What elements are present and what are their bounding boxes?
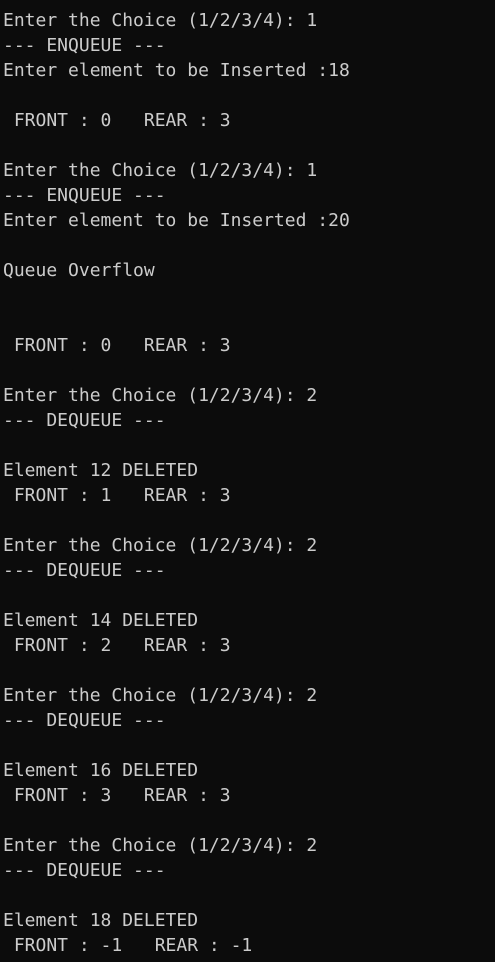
console-line: --- ENQUEUE --- bbox=[3, 185, 166, 206]
console-line: FRONT : 1 REAR : 3 bbox=[3, 485, 231, 506]
console-line: Element 14 DELETED bbox=[3, 610, 199, 631]
console-line: Queue Overflow bbox=[3, 260, 155, 281]
console-output[interactable]: Enter the Choice (1/2/3/4): 1 --- ENQUEU… bbox=[0, 0, 495, 962]
console-line: FRONT : -1 REAR : -1 bbox=[3, 935, 253, 956]
console-line: --- ENQUEUE --- bbox=[3, 35, 166, 56]
console-line: Element 18 DELETED bbox=[3, 910, 199, 931]
console-line: Enter the Choice (1/2/3/4): 1 bbox=[3, 160, 318, 181]
console-line: --- DEQUEUE --- bbox=[3, 860, 166, 881]
console-line: Enter the Choice (1/2/3/4): 2 bbox=[3, 685, 318, 706]
console-line: FRONT : 0 REAR : 3 bbox=[3, 335, 231, 356]
console-line: Enter the Choice (1/2/3/4): 2 bbox=[3, 385, 318, 406]
console-line: Enter element to be Inserted :18 bbox=[3, 60, 350, 81]
console-line: Enter the Choice (1/2/3/4): 1 bbox=[3, 10, 318, 31]
console-line: FRONT : 2 REAR : 3 bbox=[3, 635, 231, 656]
console-line: Enter the Choice (1/2/3/4): 2 bbox=[3, 835, 318, 856]
console-line: Element 12 DELETED bbox=[3, 460, 199, 481]
console-line: Enter element to be Inserted :20 bbox=[3, 210, 350, 231]
console-line: FRONT : 0 REAR : 3 bbox=[3, 110, 231, 131]
console-line: --- DEQUEUE --- bbox=[3, 560, 166, 581]
console-line: --- DEQUEUE --- bbox=[3, 710, 166, 731]
console-line: Element 16 DELETED bbox=[3, 760, 199, 781]
console-line: Enter the Choice (1/2/3/4): 2 bbox=[3, 535, 318, 556]
console-line: FRONT : 3 REAR : 3 bbox=[3, 785, 231, 806]
console-line: --- DEQUEUE --- bbox=[3, 410, 166, 431]
